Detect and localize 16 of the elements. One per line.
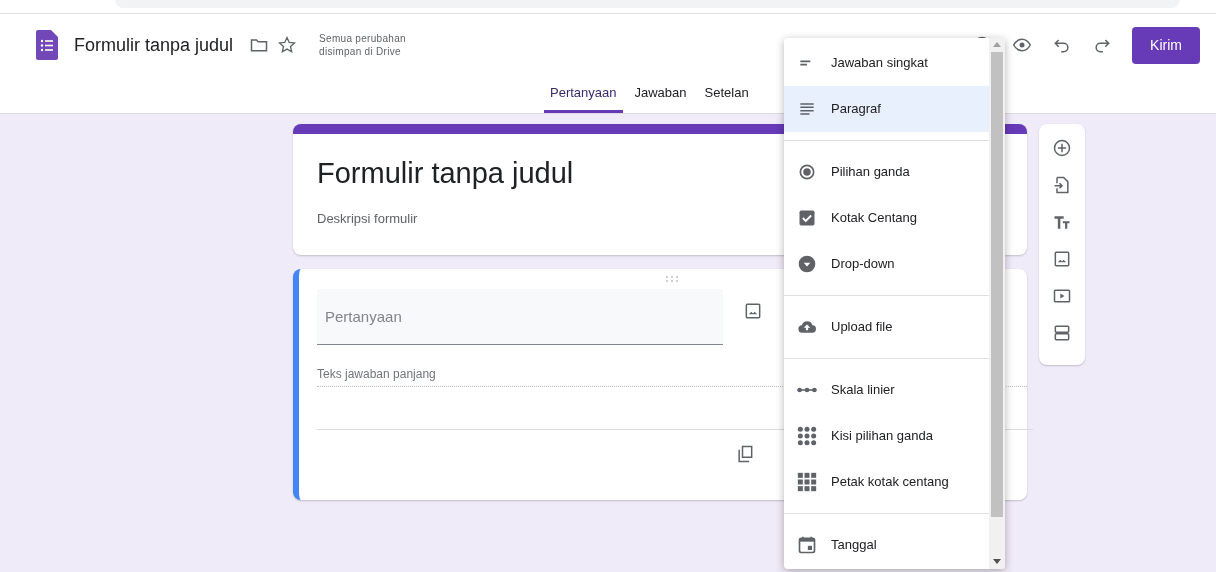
send-button[interactable]: Kirim	[1132, 26, 1200, 64]
menu-item[interactable]: Jawaban singkat	[784, 40, 989, 86]
save-status: Semua perubahan disimpan di Drive	[319, 32, 407, 58]
menu-item[interactable]: Kotak Centang	[784, 195, 989, 241]
menu-item[interactable]: Tanggal	[784, 522, 989, 568]
menu-item[interactable]: Petak kotak centang	[784, 459, 989, 505]
tab[interactable]: Jawaban	[628, 76, 693, 113]
menu-item[interactable]: Drop-down	[784, 241, 989, 287]
tab[interactable]: Pertanyaan	[544, 76, 623, 113]
menu-item[interactable]: Upload file	[784, 304, 989, 350]
menu-item[interactable]: Kisi pilihan ganda	[784, 413, 989, 459]
menu-item[interactable]: Pilihan ganda	[784, 149, 989, 195]
tab[interactable]: Setelan	[698, 76, 755, 113]
menu-item[interactable]: Paragraf	[784, 86, 989, 132]
question-field[interactable]: Pertanyaan	[317, 289, 723, 345]
document-title[interactable]: Formulir tanpa judul	[74, 31, 234, 59]
